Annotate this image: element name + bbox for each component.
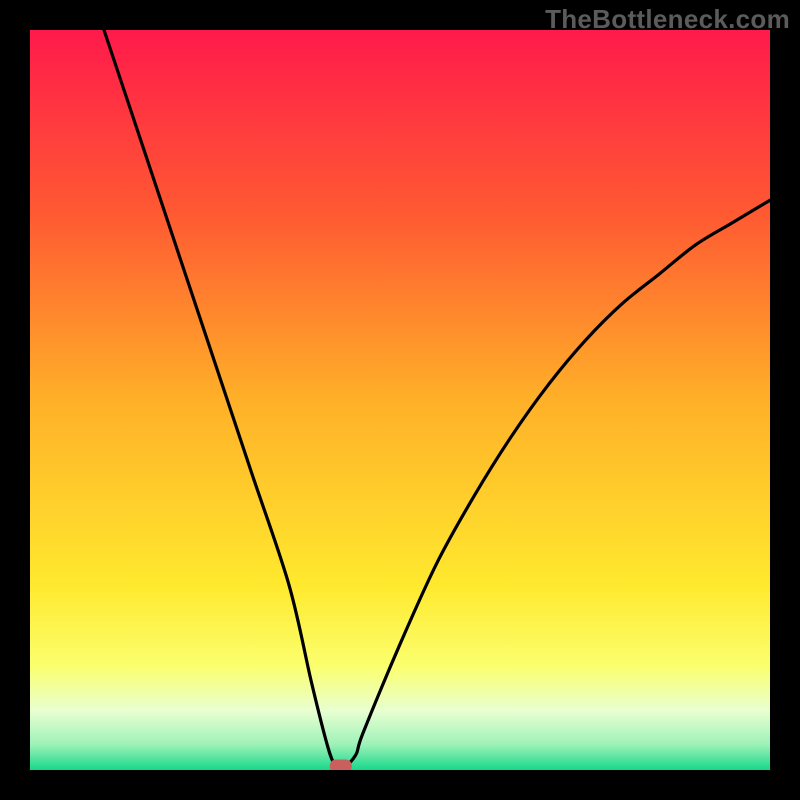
chart-svg bbox=[30, 30, 770, 770]
plot-area bbox=[30, 30, 770, 770]
minimum-marker bbox=[330, 760, 352, 771]
chart-frame: TheBottleneck.com bbox=[0, 0, 800, 800]
